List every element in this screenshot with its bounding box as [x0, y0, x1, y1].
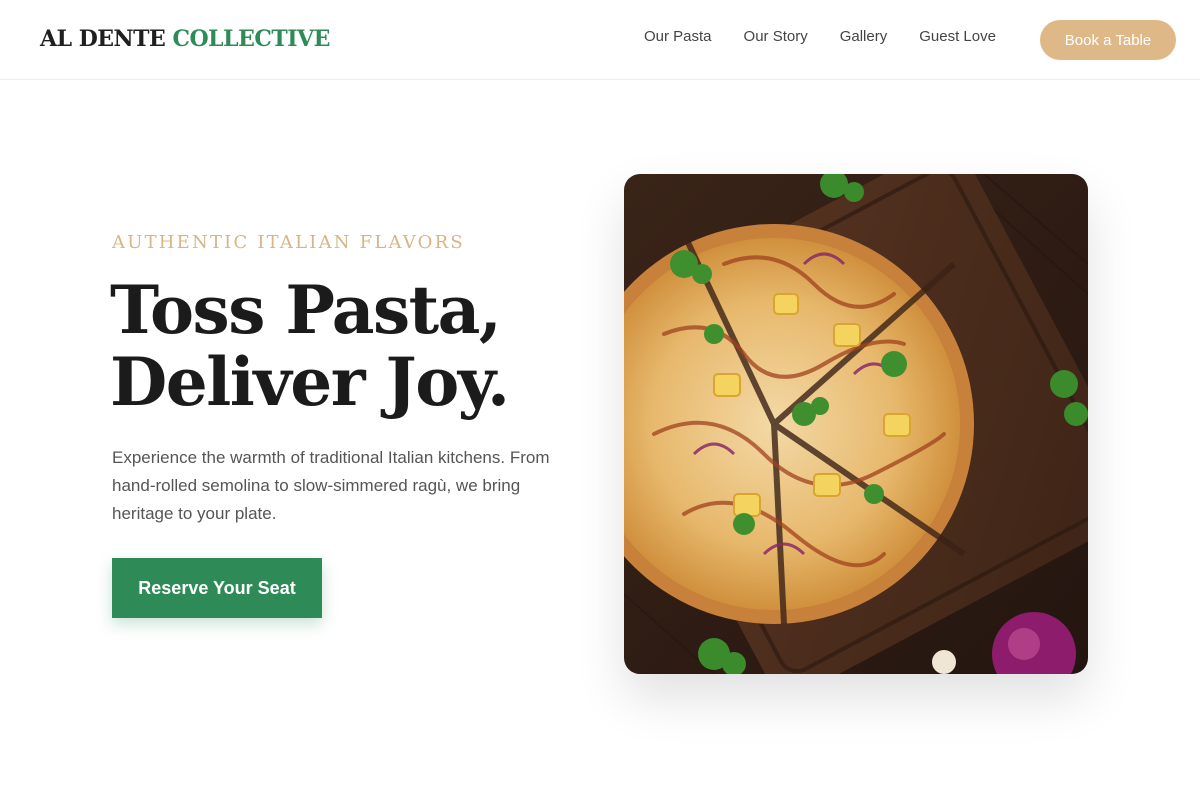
hero-kicker: AUTHENTIC ITALIAN FLAVORS	[112, 232, 465, 253]
brand-name-primary: AL DENTE	[40, 26, 166, 52]
nav-item-our-pasta[interactable]: Our Pasta	[644, 28, 712, 45]
nav-item-guest-love[interactable]: Guest Love	[919, 28, 996, 45]
reserve-seat-button[interactable]: Reserve Your Seat	[112, 558, 322, 618]
main-nav: Our Pasta Our Story Gallery Guest Love	[644, 28, 1028, 45]
hero-headline: Toss Pasta, Deliver Joy.	[110, 271, 510, 421]
hero-description: Experience the warmth of traditional Ita…	[112, 448, 550, 523]
hero-pizza-image	[624, 174, 1088, 674]
site-header: AL DENTE COLLECTIVE Our Pasta Our Story …	[0, 0, 1200, 80]
pizza-illustration	[624, 174, 1088, 674]
hero-headline-line2: Deliver Joy.	[110, 343, 510, 421]
book-a-table-button[interactable]: Book a Table	[1040, 20, 1176, 60]
nav-item-our-story[interactable]: Our Story	[744, 28, 808, 45]
brand-name-accent: COLLECTIVE	[172, 26, 330, 52]
nav-item-gallery[interactable]: Gallery	[840, 28, 888, 45]
brand-logo[interactable]: AL DENTE COLLECTIVE	[40, 26, 330, 52]
hero-headline-line1: Toss Pasta,	[110, 271, 502, 349]
